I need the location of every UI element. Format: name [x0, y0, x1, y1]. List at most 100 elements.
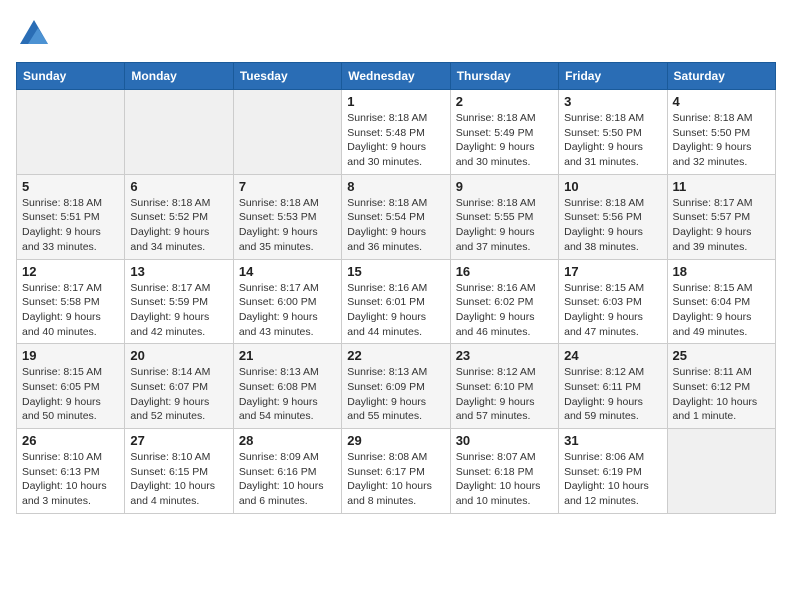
day-number: 26: [22, 433, 119, 448]
day-number: 30: [456, 433, 553, 448]
day-number: 4: [673, 94, 770, 109]
calendar-table: SundayMondayTuesdayWednesdayThursdayFrid…: [16, 62, 776, 514]
day-info: Sunrise: 8:13 AM Sunset: 6:08 PM Dayligh…: [239, 365, 336, 424]
calendar-day-cell: 12 Sunrise: 8:17 AM Sunset: 5:58 PM Dayli…: [17, 259, 125, 344]
day-info: Sunrise: 8:07 AM Sunset: 6:18 PM Dayligh…: [456, 450, 553, 509]
day-number: 17: [564, 264, 661, 279]
day-number: 28: [239, 433, 336, 448]
day-info: Sunrise: 8:18 AM Sunset: 5:56 PM Dayligh…: [564, 196, 661, 255]
day-number: 22: [347, 348, 444, 363]
day-number: 23: [456, 348, 553, 363]
calendar-day-cell: 5 Sunrise: 8:18 AM Sunset: 5:51 PM Daylig…: [17, 174, 125, 259]
calendar-day-cell: 31 Sunrise: 8:06 AM Sunset: 6:19 PM Dayli…: [559, 429, 667, 514]
day-number: 11: [673, 179, 770, 194]
calendar-day-cell: 29 Sunrise: 8:08 AM Sunset: 6:17 PM Dayli…: [342, 429, 450, 514]
day-info: Sunrise: 8:18 AM Sunset: 5:50 PM Dayligh…: [673, 111, 770, 170]
day-of-week-header: Thursday: [450, 63, 558, 90]
calendar-day-cell: 28 Sunrise: 8:09 AM Sunset: 6:16 PM Dayli…: [233, 429, 341, 514]
day-info: Sunrise: 8:13 AM Sunset: 6:09 PM Dayligh…: [347, 365, 444, 424]
day-number: 10: [564, 179, 661, 194]
day-info: Sunrise: 8:17 AM Sunset: 6:00 PM Dayligh…: [239, 281, 336, 340]
day-info: Sunrise: 8:15 AM Sunset: 6:04 PM Dayligh…: [673, 281, 770, 340]
day-of-week-header: Friday: [559, 63, 667, 90]
calendar-header-row: SundayMondayTuesdayWednesdayThursdayFrid…: [17, 63, 776, 90]
day-of-week-header: Sunday: [17, 63, 125, 90]
day-info: Sunrise: 8:06 AM Sunset: 6:19 PM Dayligh…: [564, 450, 661, 509]
day-number: 20: [130, 348, 227, 363]
day-number: 1: [347, 94, 444, 109]
day-info: Sunrise: 8:18 AM Sunset: 5:50 PM Dayligh…: [564, 111, 661, 170]
calendar-day-cell: 2 Sunrise: 8:18 AM Sunset: 5:49 PM Daylig…: [450, 90, 558, 175]
day-number: 27: [130, 433, 227, 448]
calendar-week-row: 5 Sunrise: 8:18 AM Sunset: 5:51 PM Daylig…: [17, 174, 776, 259]
day-of-week-header: Monday: [125, 63, 233, 90]
day-number: 18: [673, 264, 770, 279]
day-number: 6: [130, 179, 227, 194]
day-number: 24: [564, 348, 661, 363]
day-number: 2: [456, 94, 553, 109]
calendar-day-cell: 26 Sunrise: 8:10 AM Sunset: 6:13 PM Dayli…: [17, 429, 125, 514]
day-number: 31: [564, 433, 661, 448]
calendar-day-cell: [17, 90, 125, 175]
calendar-week-row: 12 Sunrise: 8:17 AM Sunset: 5:58 PM Dayli…: [17, 259, 776, 344]
day-info: Sunrise: 8:10 AM Sunset: 6:13 PM Dayligh…: [22, 450, 119, 509]
calendar-day-cell: 14 Sunrise: 8:17 AM Sunset: 6:00 PM Dayli…: [233, 259, 341, 344]
day-of-week-header: Wednesday: [342, 63, 450, 90]
calendar-week-row: 1Sunrise: 8:18 AM Sunset: 5:48 PM Daylig…: [17, 90, 776, 175]
day-info: Sunrise: 8:10 AM Sunset: 6:15 PM Dayligh…: [130, 450, 227, 509]
calendar-day-cell: 6 Sunrise: 8:18 AM Sunset: 5:52 PM Daylig…: [125, 174, 233, 259]
day-number: 5: [22, 179, 119, 194]
day-number: 14: [239, 264, 336, 279]
day-info: Sunrise: 8:17 AM Sunset: 5:58 PM Dayligh…: [22, 281, 119, 340]
day-info: Sunrise: 8:18 AM Sunset: 5:55 PM Dayligh…: [456, 196, 553, 255]
day-info: Sunrise: 8:18 AM Sunset: 5:54 PM Dayligh…: [347, 196, 444, 255]
day-info: Sunrise: 8:18 AM Sunset: 5:51 PM Dayligh…: [22, 196, 119, 255]
day-number: 16: [456, 264, 553, 279]
day-number: 3: [564, 94, 661, 109]
calendar-day-cell: 8Sunrise: 8:18 AM Sunset: 5:54 PM Daylig…: [342, 174, 450, 259]
calendar-day-cell: 13 Sunrise: 8:17 AM Sunset: 5:59 PM Dayli…: [125, 259, 233, 344]
day-info: Sunrise: 8:12 AM Sunset: 6:11 PM Dayligh…: [564, 365, 661, 424]
calendar-day-cell: 30 Sunrise: 8:07 AM Sunset: 6:18 PM Dayli…: [450, 429, 558, 514]
logo: [16, 16, 56, 52]
day-info: Sunrise: 8:14 AM Sunset: 6:07 PM Dayligh…: [130, 365, 227, 424]
calendar-day-cell: 20 Sunrise: 8:14 AM Sunset: 6:07 PM Dayli…: [125, 344, 233, 429]
calendar-day-cell: 23Sunrise: 8:12 AM Sunset: 6:10 PM Dayli…: [450, 344, 558, 429]
day-number: 29: [347, 433, 444, 448]
calendar-day-cell: 27 Sunrise: 8:10 AM Sunset: 6:15 PM Dayli…: [125, 429, 233, 514]
calendar-day-cell: 3 Sunrise: 8:18 AM Sunset: 5:50 PM Daylig…: [559, 90, 667, 175]
calendar-day-cell: 4 Sunrise: 8:18 AM Sunset: 5:50 PM Daylig…: [667, 90, 775, 175]
day-number: 21: [239, 348, 336, 363]
day-info: Sunrise: 8:18 AM Sunset: 5:49 PM Dayligh…: [456, 111, 553, 170]
day-info: Sunrise: 8:16 AM Sunset: 6:02 PM Dayligh…: [456, 281, 553, 340]
day-of-week-header: Tuesday: [233, 63, 341, 90]
calendar-day-cell: 19Sunrise: 8:15 AM Sunset: 6:05 PM Dayli…: [17, 344, 125, 429]
day-info: Sunrise: 8:17 AM Sunset: 5:59 PM Dayligh…: [130, 281, 227, 340]
calendar-week-row: 26 Sunrise: 8:10 AM Sunset: 6:13 PM Dayli…: [17, 429, 776, 514]
page-header: [16, 16, 776, 52]
day-info: Sunrise: 8:16 AM Sunset: 6:01 PM Dayligh…: [347, 281, 444, 340]
calendar-day-cell: 11 Sunrise: 8:17 AM Sunset: 5:57 PM Dayli…: [667, 174, 775, 259]
calendar-day-cell: 16 Sunrise: 8:16 AM Sunset: 6:02 PM Dayli…: [450, 259, 558, 344]
calendar-day-cell: 15Sunrise: 8:16 AM Sunset: 6:01 PM Dayli…: [342, 259, 450, 344]
day-info: Sunrise: 8:17 AM Sunset: 5:57 PM Dayligh…: [673, 196, 770, 255]
calendar-day-cell: 21 Sunrise: 8:13 AM Sunset: 6:08 PM Dayli…: [233, 344, 341, 429]
calendar-week-row: 19Sunrise: 8:15 AM Sunset: 6:05 PM Dayli…: [17, 344, 776, 429]
day-info: Sunrise: 8:11 AM Sunset: 6:12 PM Dayligh…: [673, 365, 770, 424]
calendar-day-cell: 18 Sunrise: 8:15 AM Sunset: 6:04 PM Dayli…: [667, 259, 775, 344]
day-number: 12: [22, 264, 119, 279]
day-number: 19: [22, 348, 119, 363]
calendar-day-cell: [233, 90, 341, 175]
day-number: 13: [130, 264, 227, 279]
calendar-day-cell: 25 Sunrise: 8:11 AM Sunset: 6:12 PM Dayli…: [667, 344, 775, 429]
day-info: Sunrise: 8:08 AM Sunset: 6:17 PM Dayligh…: [347, 450, 444, 509]
calendar-day-cell: 24 Sunrise: 8:12 AM Sunset: 6:11 PM Dayli…: [559, 344, 667, 429]
day-number: 9: [456, 179, 553, 194]
day-info: Sunrise: 8:09 AM Sunset: 6:16 PM Dayligh…: [239, 450, 336, 509]
day-number: 25: [673, 348, 770, 363]
day-number: 7: [239, 179, 336, 194]
calendar-day-cell: 1Sunrise: 8:18 AM Sunset: 5:48 PM Daylig…: [342, 90, 450, 175]
day-info: Sunrise: 8:18 AM Sunset: 5:52 PM Dayligh…: [130, 196, 227, 255]
calendar-day-cell: 17Sunrise: 8:15 AM Sunset: 6:03 PM Dayli…: [559, 259, 667, 344]
calendar-day-cell: 10 Sunrise: 8:18 AM Sunset: 5:56 PM Dayli…: [559, 174, 667, 259]
